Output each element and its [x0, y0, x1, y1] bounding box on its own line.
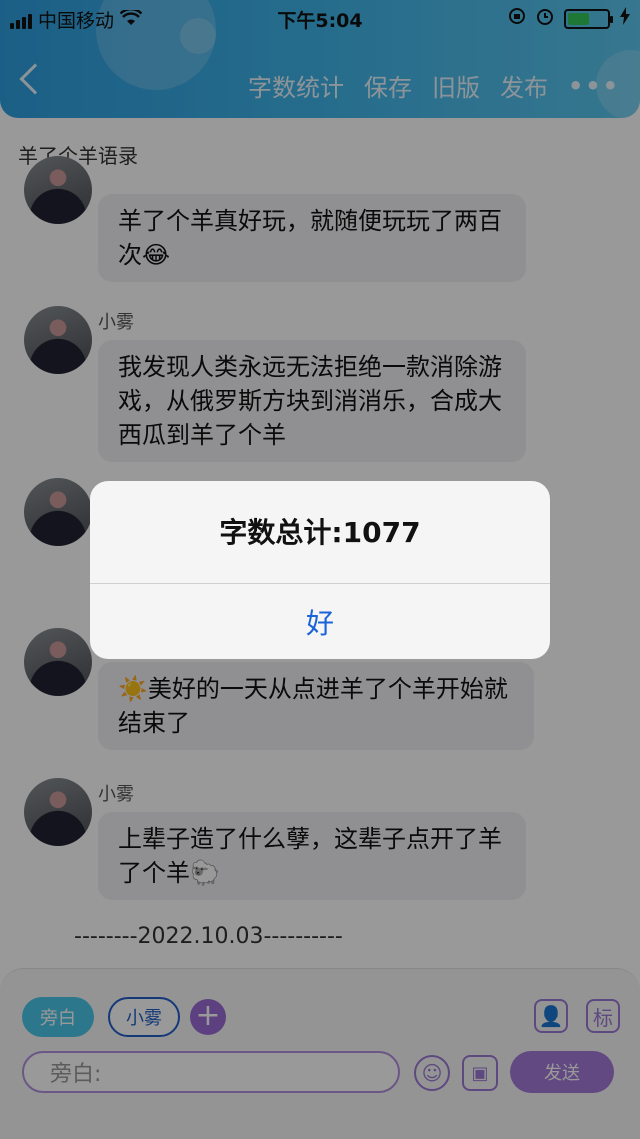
alert-message: 字数总计:1077 — [219, 516, 421, 549]
ok-button[interactable]: 好 — [90, 584, 550, 659]
alert-dialog: 字数总计:1077 好 — [90, 481, 550, 659]
